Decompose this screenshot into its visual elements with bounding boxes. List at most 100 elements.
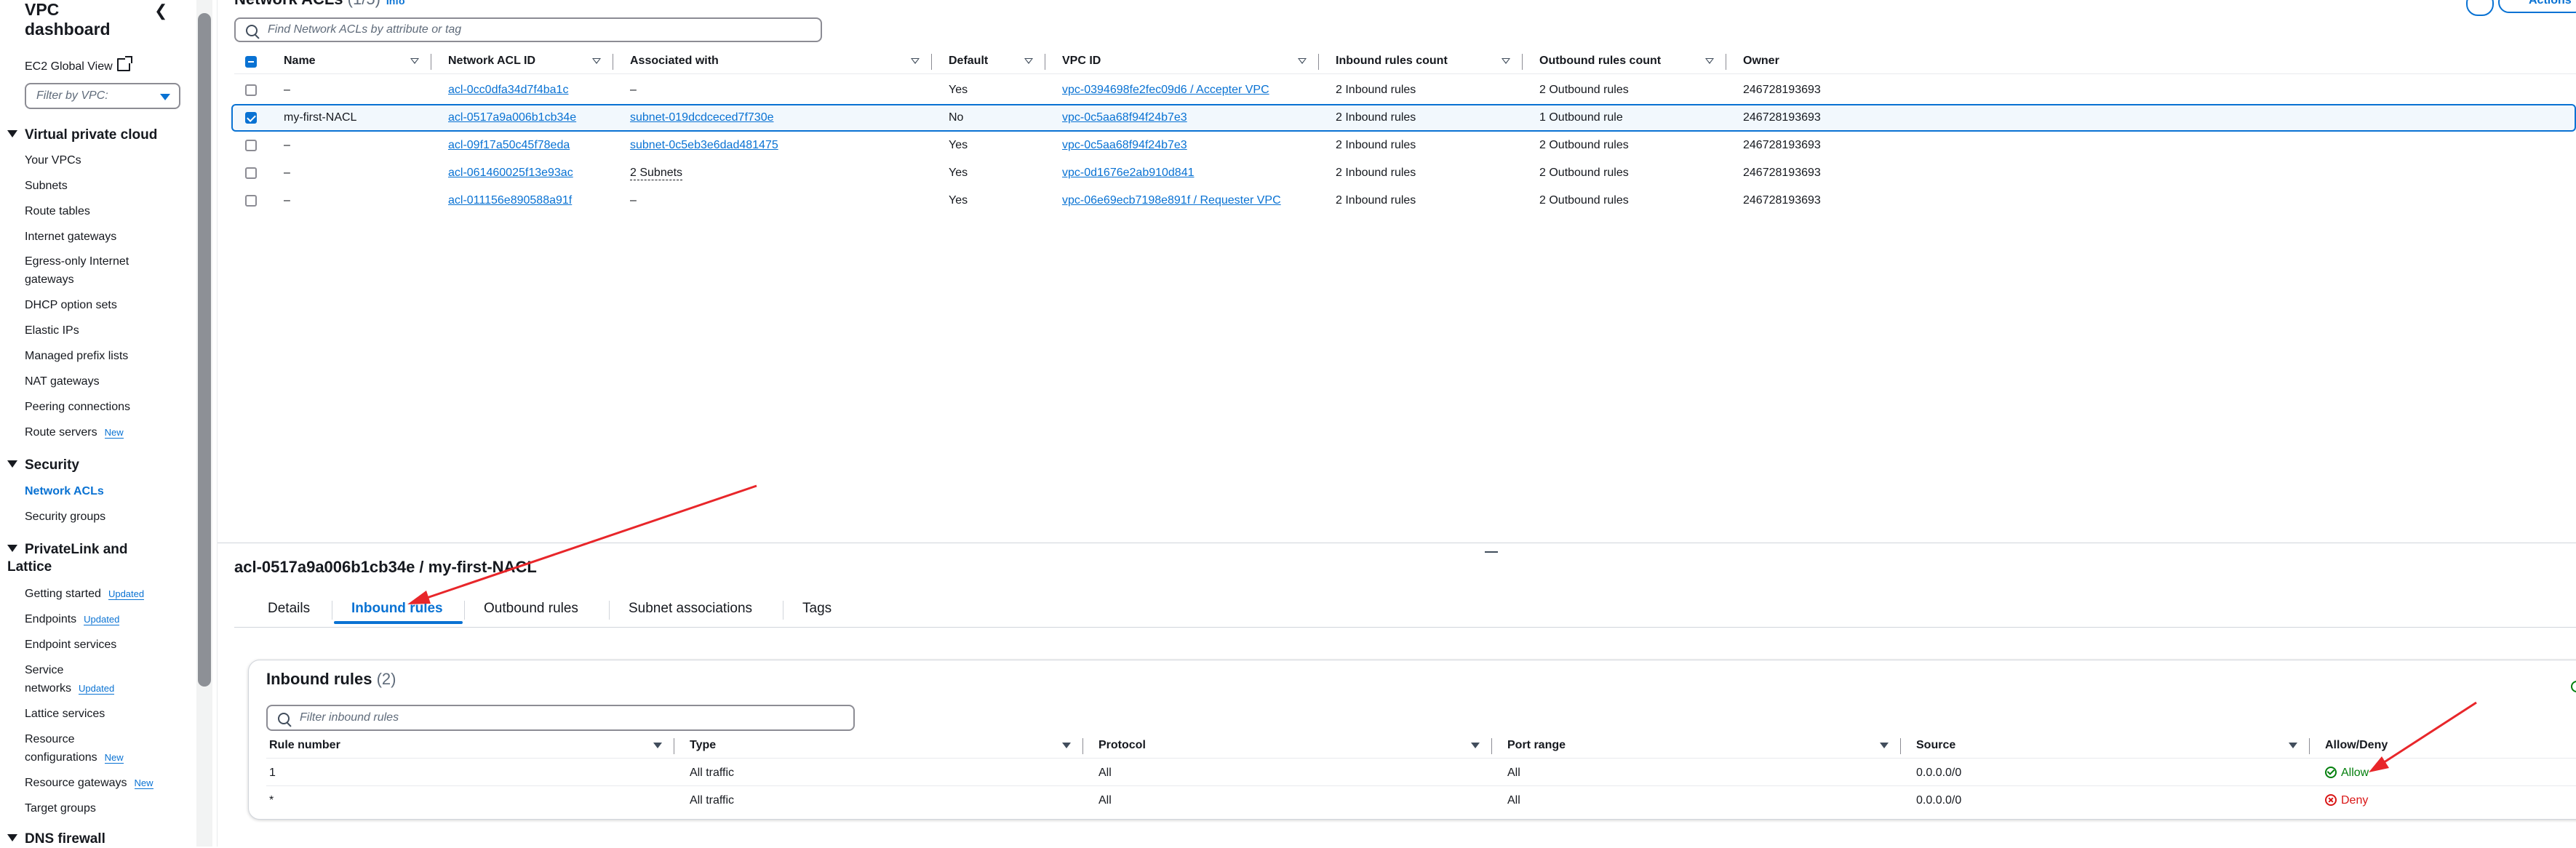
sidebar-item-service-networks-2[interactable]: networks Updated [25, 681, 115, 697]
tab-outbound-rules[interactable]: Outbound rules [484, 601, 578, 617]
cell-acl-id[interactable]: acl-0517a9a006b1cb34e [448, 111, 576, 124]
sort-icon[interactable] [1062, 743, 1071, 748]
sort-icon[interactable] [1502, 58, 1510, 64]
sidebar-item-route-tables[interactable]: Route tables [25, 204, 90, 220]
sidebar-item-security-groups[interactable]: Security groups [25, 509, 105, 525]
sort-icon[interactable] [911, 58, 920, 64]
actions-button[interactable]: Actions [2498, 0, 2576, 13]
sort-icon[interactable] [1880, 743, 1889, 748]
cell-acl-id[interactable]: acl-0cc0dfa34d7f4ba1c [448, 84, 568, 97]
table-row[interactable]: – acl-061460025f13e93ac 2 Subnets Yes vp… [234, 159, 2576, 187]
column-header-protocol[interactable]: Protocol [1098, 739, 1146, 752]
section-privatelink[interactable]: PrivateLink and Lattice [7, 541, 167, 576]
row-checkbox[interactable] [245, 195, 257, 207]
column-header-default[interactable]: Default [949, 55, 988, 68]
column-header-outbound-count[interactable]: Outbound rules count [1539, 55, 1661, 68]
cell-associated[interactable]: subnet-019dcdceced7f730e [630, 111, 774, 124]
cell-acl-id[interactable]: acl-011156e890588a91f [448, 194, 572, 207]
info-link[interactable]: Info [386, 0, 405, 7]
column-header-name[interactable]: Name [284, 55, 316, 68]
cell-vpc-id[interactable]: vpc-0d1676e2ab910d841 [1062, 167, 1195, 180]
column-header-source[interactable]: Source [1916, 739, 1955, 752]
column-header-allow-deny[interactable]: Allow/Deny [2325, 739, 2388, 752]
cell-vpc-id[interactable]: vpc-0394698fe2fec09d6 / Accepter VPC [1062, 84, 1269, 97]
table-row-selected[interactable]: my-first-NACL acl-0517a9a006b1cb34e subn… [231, 104, 2576, 132]
cell-acl-id[interactable]: acl-061460025f13e93ac [448, 167, 573, 180]
cell-vpc-id[interactable]: vpc-0c5aa68f94f24b7e3 [1062, 139, 1187, 152]
column-header-inbound-count[interactable]: Inbound rules count [1336, 55, 1448, 68]
cell-vpc-id[interactable]: vpc-0c5aa68f94f24b7e3 [1062, 111, 1187, 124]
collapse-sidebar-icon[interactable]: ❮ [154, 1, 167, 20]
ec2-global-view-link[interactable]: EC2 Global View [25, 56, 132, 74]
sidebar-item-egress-only[interactable]: Egress-only Internet [25, 254, 129, 270]
table-row[interactable]: – acl-09f17a50c45f78eda subnet-0c5eb3e6d… [234, 132, 2576, 159]
column-separator[interactable] [1082, 738, 1083, 754]
row-checkbox[interactable] [245, 140, 257, 151]
cell-associated[interactable]: 2 Subnets [630, 167, 683, 180]
sort-icon[interactable] [592, 58, 601, 64]
cell-acl-id[interactable]: acl-09f17a50c45f78eda [448, 139, 570, 152]
tab-tags[interactable]: Tags [802, 601, 832, 617]
table-row[interactable]: – acl-0cc0dfa34d7f4ba1c – Yes vpc-039469… [234, 76, 2576, 104]
sidebar-item-lattice-services[interactable]: Lattice services [25, 706, 105, 722]
sort-icon[interactable] [1298, 58, 1307, 64]
column-header-associated-with[interactable]: Associated with [630, 55, 719, 68]
sidebar-item-internet-gateways[interactable]: Internet gateways [25, 229, 116, 245]
sidebar-scrollbar[interactable] [196, 0, 212, 847]
tab-details[interactable]: Details [268, 601, 310, 617]
sidebar-item-peering[interactable]: Peering connections [25, 399, 130, 415]
column-separator[interactable] [1491, 738, 1492, 754]
sidebar-item-resource-configurations[interactable]: Resource [25, 732, 74, 748]
sidebar-item-resource-configurations-2[interactable]: configurations New [25, 750, 124, 766]
section-virtual-private-cloud[interactable]: Virtual private cloud [7, 127, 157, 144]
scrollbar-thumb[interactable] [198, 13, 211, 687]
sort-icon[interactable] [1471, 743, 1480, 748]
sidebar-item-endpoints[interactable]: Endpoints Updated [25, 612, 120, 628]
column-header-owner[interactable]: Owner [1743, 55, 1779, 68]
vpc-filter-select[interactable]: Filter by VPC: [25, 83, 180, 109]
row-checkbox[interactable] [245, 112, 257, 124]
sidebar-item-network-acls[interactable]: Network ACLs [25, 484, 104, 500]
column-header-port-range[interactable]: Port range [1507, 739, 1566, 752]
sidebar-item-prefix-lists[interactable]: Managed prefix lists [25, 348, 128, 364]
column-separator[interactable] [1900, 738, 1901, 754]
section-dns-firewall[interactable]: DNS firewall [7, 831, 105, 848]
sidebar-item-egress-only-2[interactable]: gateways [25, 272, 74, 288]
sidebar-item-dhcp[interactable]: DHCP option sets [25, 297, 117, 313]
refresh-button[interactable] [2466, 0, 2494, 16]
resize-handle-icon[interactable] [1485, 551, 1498, 553]
cell-vpc-id[interactable]: vpc-06e69ecb7198e891f / Requester VPC [1062, 194, 1281, 207]
column-separator[interactable] [1318, 54, 1319, 70]
column-header-rule-number[interactable]: Rule number [269, 739, 340, 752]
tab-subnet-associations[interactable]: Subnet associations [629, 601, 752, 617]
column-separator[interactable] [931, 54, 932, 70]
sidebar-item-resource-gateways[interactable]: Resource gateways New [25, 775, 153, 791]
table-row[interactable]: – acl-011156e890588a91f – Yes vpc-06e69e… [234, 187, 2576, 215]
sidebar-item-elastic-ips[interactable]: Elastic IPs [25, 323, 79, 339]
sidebar-item-your-vpcs[interactable]: Your VPCs [25, 153, 81, 169]
cell-associated[interactable]: subnet-0c5eb3e6dad481475 [630, 139, 778, 152]
sort-icon[interactable] [2289, 743, 2297, 748]
column-header-acl-id[interactable]: Network ACL ID [448, 55, 535, 68]
sidebar-item-getting-started[interactable]: Getting started Updated [25, 586, 145, 602]
column-separator[interactable] [2309, 738, 2310, 754]
sidebar-item-service-networks[interactable]: Service [25, 663, 63, 679]
sidebar-title[interactable]: VPC dashboard [25, 0, 148, 39]
sidebar-item-endpoint-services[interactable]: Endpoint services [25, 637, 116, 653]
row-checkbox[interactable] [245, 84, 257, 96]
column-header-type[interactable]: Type [690, 739, 716, 752]
sidebar-item-nat-gateways[interactable]: NAT gateways [25, 374, 100, 390]
search-input[interactable]: Find Network ACLs by attribute or tag [234, 17, 822, 42]
tab-inbound-rules[interactable]: Inbound rules [351, 601, 443, 617]
sort-icon[interactable] [410, 58, 419, 64]
sidebar-item-target-groups[interactable]: Target groups [25, 801, 96, 817]
sort-icon[interactable] [1024, 58, 1033, 64]
sidebar-item-route-servers[interactable]: Route servers New [25, 425, 124, 441]
sort-icon[interactable] [1705, 58, 1714, 64]
filter-inbound-rules-input[interactable]: Filter inbound rules [266, 705, 855, 731]
select-all-checkbox[interactable] [245, 56, 257, 68]
column-separator[interactable] [1522, 54, 1523, 70]
sidebar-item-subnets[interactable]: Subnets [25, 178, 68, 194]
sort-icon[interactable] [653, 743, 662, 748]
section-security[interactable]: Security [7, 457, 79, 474]
